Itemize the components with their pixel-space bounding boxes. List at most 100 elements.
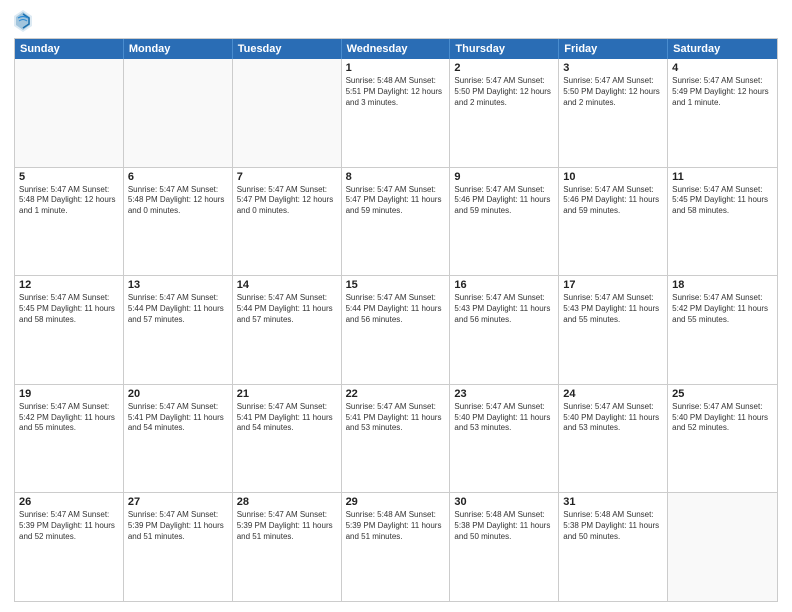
day-info: Sunrise: 5:47 AM Sunset: 5:48 PM Dayligh… — [19, 185, 119, 217]
day-number: 17 — [563, 279, 663, 291]
calendar-day-cell: 4 Sunrise: 5:47 AM Sunset: 5:49 PM Daylig… — [668, 59, 777, 167]
day-info: Sunrise: 5:47 AM Sunset: 5:41 PM Dayligh… — [237, 402, 337, 434]
calendar-day-cell: 30 Sunrise: 5:48 AM Sunset: 5:38 PM Dayli… — [450, 493, 559, 601]
page: SundayMondayTuesdayWednesdayThursdayFrid… — [0, 0, 792, 612]
day-info: Sunrise: 5:48 AM Sunset: 5:39 PM Dayligh… — [346, 510, 446, 542]
day-number: 28 — [237, 496, 337, 508]
calendar-day-cell: 9 Sunrise: 5:47 AM Sunset: 5:46 PM Daylig… — [450, 168, 559, 276]
day-info: Sunrise: 5:47 AM Sunset: 5:39 PM Dayligh… — [237, 510, 337, 542]
calendar-day-cell: 6 Sunrise: 5:47 AM Sunset: 5:48 PM Daylig… — [124, 168, 233, 276]
day-info: Sunrise: 5:47 AM Sunset: 5:48 PM Dayligh… — [128, 185, 228, 217]
calendar-day-cell: 10Sunrise: 5:47 AM Sunset: 5:46 PM Dayli… — [559, 168, 668, 276]
day-info: Sunrise: 5:47 AM Sunset: 5:42 PM Dayligh… — [672, 293, 773, 325]
day-number: 24 — [563, 388, 663, 400]
calendar-row: 5 Sunrise: 5:47 AM Sunset: 5:48 PM Daylig… — [15, 168, 777, 277]
day-number: 19 — [19, 388, 119, 400]
calendar-day-cell: 29 Sunrise: 5:48 AM Sunset: 5:39 PM Dayli… — [342, 493, 451, 601]
calendar-day-cell: 26Sunrise: 5:47 AM Sunset: 5:39 PM Dayli… — [15, 493, 124, 601]
calendar-header: SundayMondayTuesdayWednesdayThursdayFrid… — [15, 39, 777, 59]
day-info: Sunrise: 5:47 AM Sunset: 5:50 PM Dayligh… — [454, 76, 554, 108]
day-info: Sunrise: 5:47 AM Sunset: 5:40 PM Dayligh… — [454, 402, 554, 434]
calendar-header-cell: Sunday — [15, 39, 124, 59]
day-info: Sunrise: 5:47 AM Sunset: 5:40 PM Dayligh… — [672, 402, 773, 434]
day-number: 21 — [237, 388, 337, 400]
day-info: Sunrise: 5:47 AM Sunset: 5:45 PM Dayligh… — [19, 293, 119, 325]
day-number: 3 — [563, 62, 663, 74]
calendar-row: 26 Sunrise: 5:47 AM Sunset: 5:39 PM Dayli… — [15, 493, 777, 601]
day-number: 29 — [346, 496, 446, 508]
day-number: 22 — [346, 388, 446, 400]
day-number: 25 — [672, 388, 773, 400]
day-number: 14 — [237, 279, 337, 291]
calendar-body: 1 Sunrise: 5:48 AM Sunset: 5:51 PM Daylig… — [15, 59, 777, 601]
day-info: Sunrise: 5:47 AM Sunset: 5:42 PM Dayligh… — [19, 402, 119, 434]
calendar-day-cell: 22 Sunrise: 5:47 AM Sunset: 5:41 PM Dayli… — [342, 385, 451, 493]
calendar-header-cell: Wednesday — [342, 39, 451, 59]
calendar-empty-cell — [124, 59, 233, 167]
day-info: Sunrise: 5:47 AM Sunset: 5:39 PM Dayligh… — [128, 510, 228, 542]
calendar-day-cell: 27 Sunrise: 5:47 AM Sunset: 5:39 PM Dayli… — [124, 493, 233, 601]
calendar-day-cell: 1 Sunrise: 5:48 AM Sunset: 5:51 PM Daylig… — [342, 59, 451, 167]
calendar-day-cell: 7Sunrise: 5:47 AM Sunset: 5:47 PM Daylig… — [233, 168, 342, 276]
calendar-header-cell: Saturday — [668, 39, 777, 59]
day-info: Sunrise: 5:48 AM Sunset: 5:51 PM Dayligh… — [346, 76, 446, 108]
calendar-day-cell: 11Sunrise: 5:47 AM Sunset: 5:45 PM Dayli… — [668, 168, 777, 276]
day-number: 15 — [346, 279, 446, 291]
calendar-day-cell: 23Sunrise: 5:47 AM Sunset: 5:40 PM Dayli… — [450, 385, 559, 493]
calendar-day-cell: 5 Sunrise: 5:47 AM Sunset: 5:48 PM Daylig… — [15, 168, 124, 276]
calendar-day-cell: 17Sunrise: 5:47 AM Sunset: 5:43 PM Dayli… — [559, 276, 668, 384]
logo-icon — [14, 10, 32, 32]
calendar-day-cell: 20 Sunrise: 5:47 AM Sunset: 5:41 PM Dayli… — [124, 385, 233, 493]
logo — [14, 10, 36, 32]
calendar-day-cell: 19 Sunrise: 5:47 AM Sunset: 5:42 PM Dayli… — [15, 385, 124, 493]
calendar-row: 19 Sunrise: 5:47 AM Sunset: 5:42 PM Dayli… — [15, 385, 777, 494]
day-info: Sunrise: 5:47 AM Sunset: 5:46 PM Dayligh… — [454, 185, 554, 217]
calendar-empty-cell — [15, 59, 124, 167]
day-info: Sunrise: 5:47 AM Sunset: 5:41 PM Dayligh… — [346, 402, 446, 434]
day-number: 20 — [128, 388, 228, 400]
calendar-day-cell: 31Sunrise: 5:48 AM Sunset: 5:38 PM Dayli… — [559, 493, 668, 601]
day-number: 26 — [19, 496, 119, 508]
day-number: 2 — [454, 62, 554, 74]
day-number: 1 — [346, 62, 446, 74]
day-info: Sunrise: 5:47 AM Sunset: 5:44 PM Dayligh… — [128, 293, 228, 325]
day-info: Sunrise: 5:47 AM Sunset: 5:47 PM Dayligh… — [346, 185, 446, 217]
day-info: Sunrise: 5:47 AM Sunset: 5:41 PM Dayligh… — [128, 402, 228, 434]
day-number: 30 — [454, 496, 554, 508]
day-number: 11 — [672, 171, 773, 183]
calendar-empty-cell — [668, 493, 777, 601]
calendar-header-cell: Tuesday — [233, 39, 342, 59]
calendar-day-cell: 21 Sunrise: 5:47 AM Sunset: 5:41 PM Dayli… — [233, 385, 342, 493]
calendar-row: 12Sunrise: 5:47 AM Sunset: 5:45 PM Dayli… — [15, 276, 777, 385]
header — [14, 10, 778, 32]
day-number: 10 — [563, 171, 663, 183]
day-number: 13 — [128, 279, 228, 291]
calendar-day-cell: 12Sunrise: 5:47 AM Sunset: 5:45 PM Dayli… — [15, 276, 124, 384]
calendar-empty-cell — [233, 59, 342, 167]
day-number: 6 — [128, 171, 228, 183]
calendar-day-cell: 2 Sunrise: 5:47 AM Sunset: 5:50 PM Daylig… — [450, 59, 559, 167]
day-number: 4 — [672, 62, 773, 74]
calendar-day-cell: 8 Sunrise: 5:47 AM Sunset: 5:47 PM Daylig… — [342, 168, 451, 276]
day-number: 27 — [128, 496, 228, 508]
day-number: 5 — [19, 171, 119, 183]
calendar-day-cell: 16 Sunrise: 5:47 AM Sunset: 5:43 PM Dayli… — [450, 276, 559, 384]
day-info: Sunrise: 5:48 AM Sunset: 5:38 PM Dayligh… — [454, 510, 554, 542]
calendar-day-cell: 28 Sunrise: 5:47 AM Sunset: 5:39 PM Dayli… — [233, 493, 342, 601]
day-number: 18 — [672, 279, 773, 291]
day-number: 8 — [346, 171, 446, 183]
day-info: Sunrise: 5:47 AM Sunset: 5:43 PM Dayligh… — [454, 293, 554, 325]
calendar-day-cell: 24Sunrise: 5:47 AM Sunset: 5:40 PM Dayli… — [559, 385, 668, 493]
calendar-header-cell: Thursday — [450, 39, 559, 59]
calendar: SundayMondayTuesdayWednesdayThursdayFrid… — [14, 38, 778, 602]
calendar-header-cell: Friday — [559, 39, 668, 59]
day-info: Sunrise: 5:47 AM Sunset: 5:49 PM Dayligh… — [672, 76, 773, 108]
calendar-day-cell: 18 Sunrise: 5:47 AM Sunset: 5:42 PM Dayli… — [668, 276, 777, 384]
day-info: Sunrise: 5:48 AM Sunset: 5:38 PM Dayligh… — [563, 510, 663, 542]
calendar-day-cell: 13 Sunrise: 5:47 AM Sunset: 5:44 PM Dayli… — [124, 276, 233, 384]
day-info: Sunrise: 5:47 AM Sunset: 5:50 PM Dayligh… — [563, 76, 663, 108]
day-number: 9 — [454, 171, 554, 183]
day-number: 16 — [454, 279, 554, 291]
day-number: 7 — [237, 171, 337, 183]
day-info: Sunrise: 5:47 AM Sunset: 5:44 PM Dayligh… — [346, 293, 446, 325]
